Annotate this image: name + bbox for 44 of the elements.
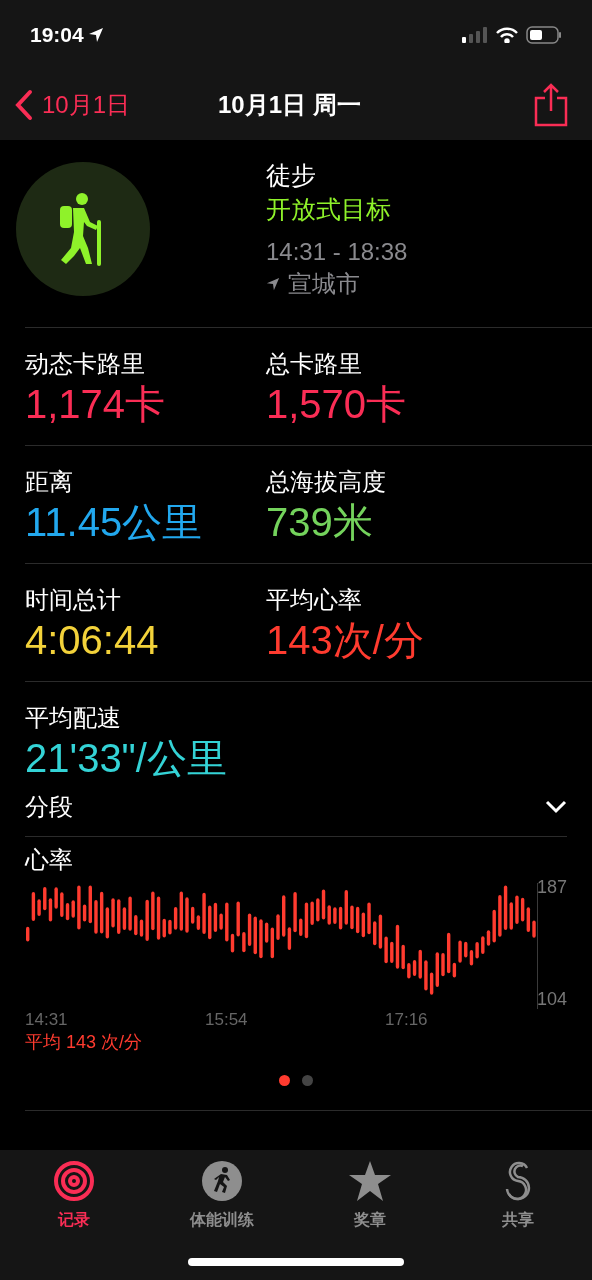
axis-label: 15:54 [205, 1009, 249, 1031]
tab[interactable]: 共享 [444, 1160, 592, 1242]
workout-time: 14:31 - 18:38 [266, 237, 408, 267]
chart-title: 心率 [25, 845, 74, 875]
metric-label: 时间总计 [25, 585, 122, 615]
average-heart-rate: 平均 143 次/分 [25, 1031, 144, 1053]
tab[interactable]: 记录 [0, 1160, 148, 1242]
back-chevron-icon [14, 89, 34, 121]
segments-label: 分段 [25, 791, 73, 822]
rings-icon [53, 1160, 95, 1202]
workout-location: 宣城市 [288, 269, 360, 299]
tab[interactable]: 奖章 [296, 1160, 444, 1242]
tab[interactable]: 体能训练 [148, 1160, 296, 1242]
metric-label: 动态卡路里 [25, 349, 146, 379]
axis-label: 187 [536, 877, 567, 897]
metric-value: 739米 [266, 499, 374, 546]
location-arrow-icon [266, 277, 280, 291]
metric-value: 4:06:44 [25, 617, 160, 664]
metric-label: 平均配速 [25, 703, 122, 733]
clock-time: 19:04 [30, 22, 84, 49]
signal-icon [462, 27, 488, 43]
sharing-icon [503, 1160, 533, 1202]
star-icon [348, 1160, 392, 1202]
axis-label: 17:16 [385, 1009, 429, 1031]
metric-value: 1,570卡 [266, 381, 408, 428]
metric-label: 平均心率 [266, 585, 363, 615]
location-arrow-icon [87, 27, 104, 43]
metric-label: 距离 [25, 467, 74, 497]
share-icon[interactable] [534, 83, 568, 127]
segments-row[interactable]: 分段 [25, 777, 567, 837]
metric-value: 143次/分 [266, 617, 425, 664]
metric-label: 总卡路里 [266, 349, 363, 379]
metric-value: 1,174卡 [25, 381, 167, 428]
axis-label: 14:31 [25, 1009, 69, 1031]
workout-name: 徒步 [266, 160, 317, 191]
battery-icon [526, 26, 562, 44]
workout-goal: 开放式目标 [266, 194, 392, 225]
runner-icon [201, 1160, 243, 1202]
page-title: 10月1日 周一 [218, 90, 361, 120]
metric-label: 总海拔高度 [266, 467, 387, 497]
metric-value: 11.45公里 [25, 499, 204, 546]
axis-label: 104 [536, 989, 567, 1009]
back-button[interactable]: 10月1日 [14, 87, 131, 123]
wifi-icon [496, 27, 518, 43]
